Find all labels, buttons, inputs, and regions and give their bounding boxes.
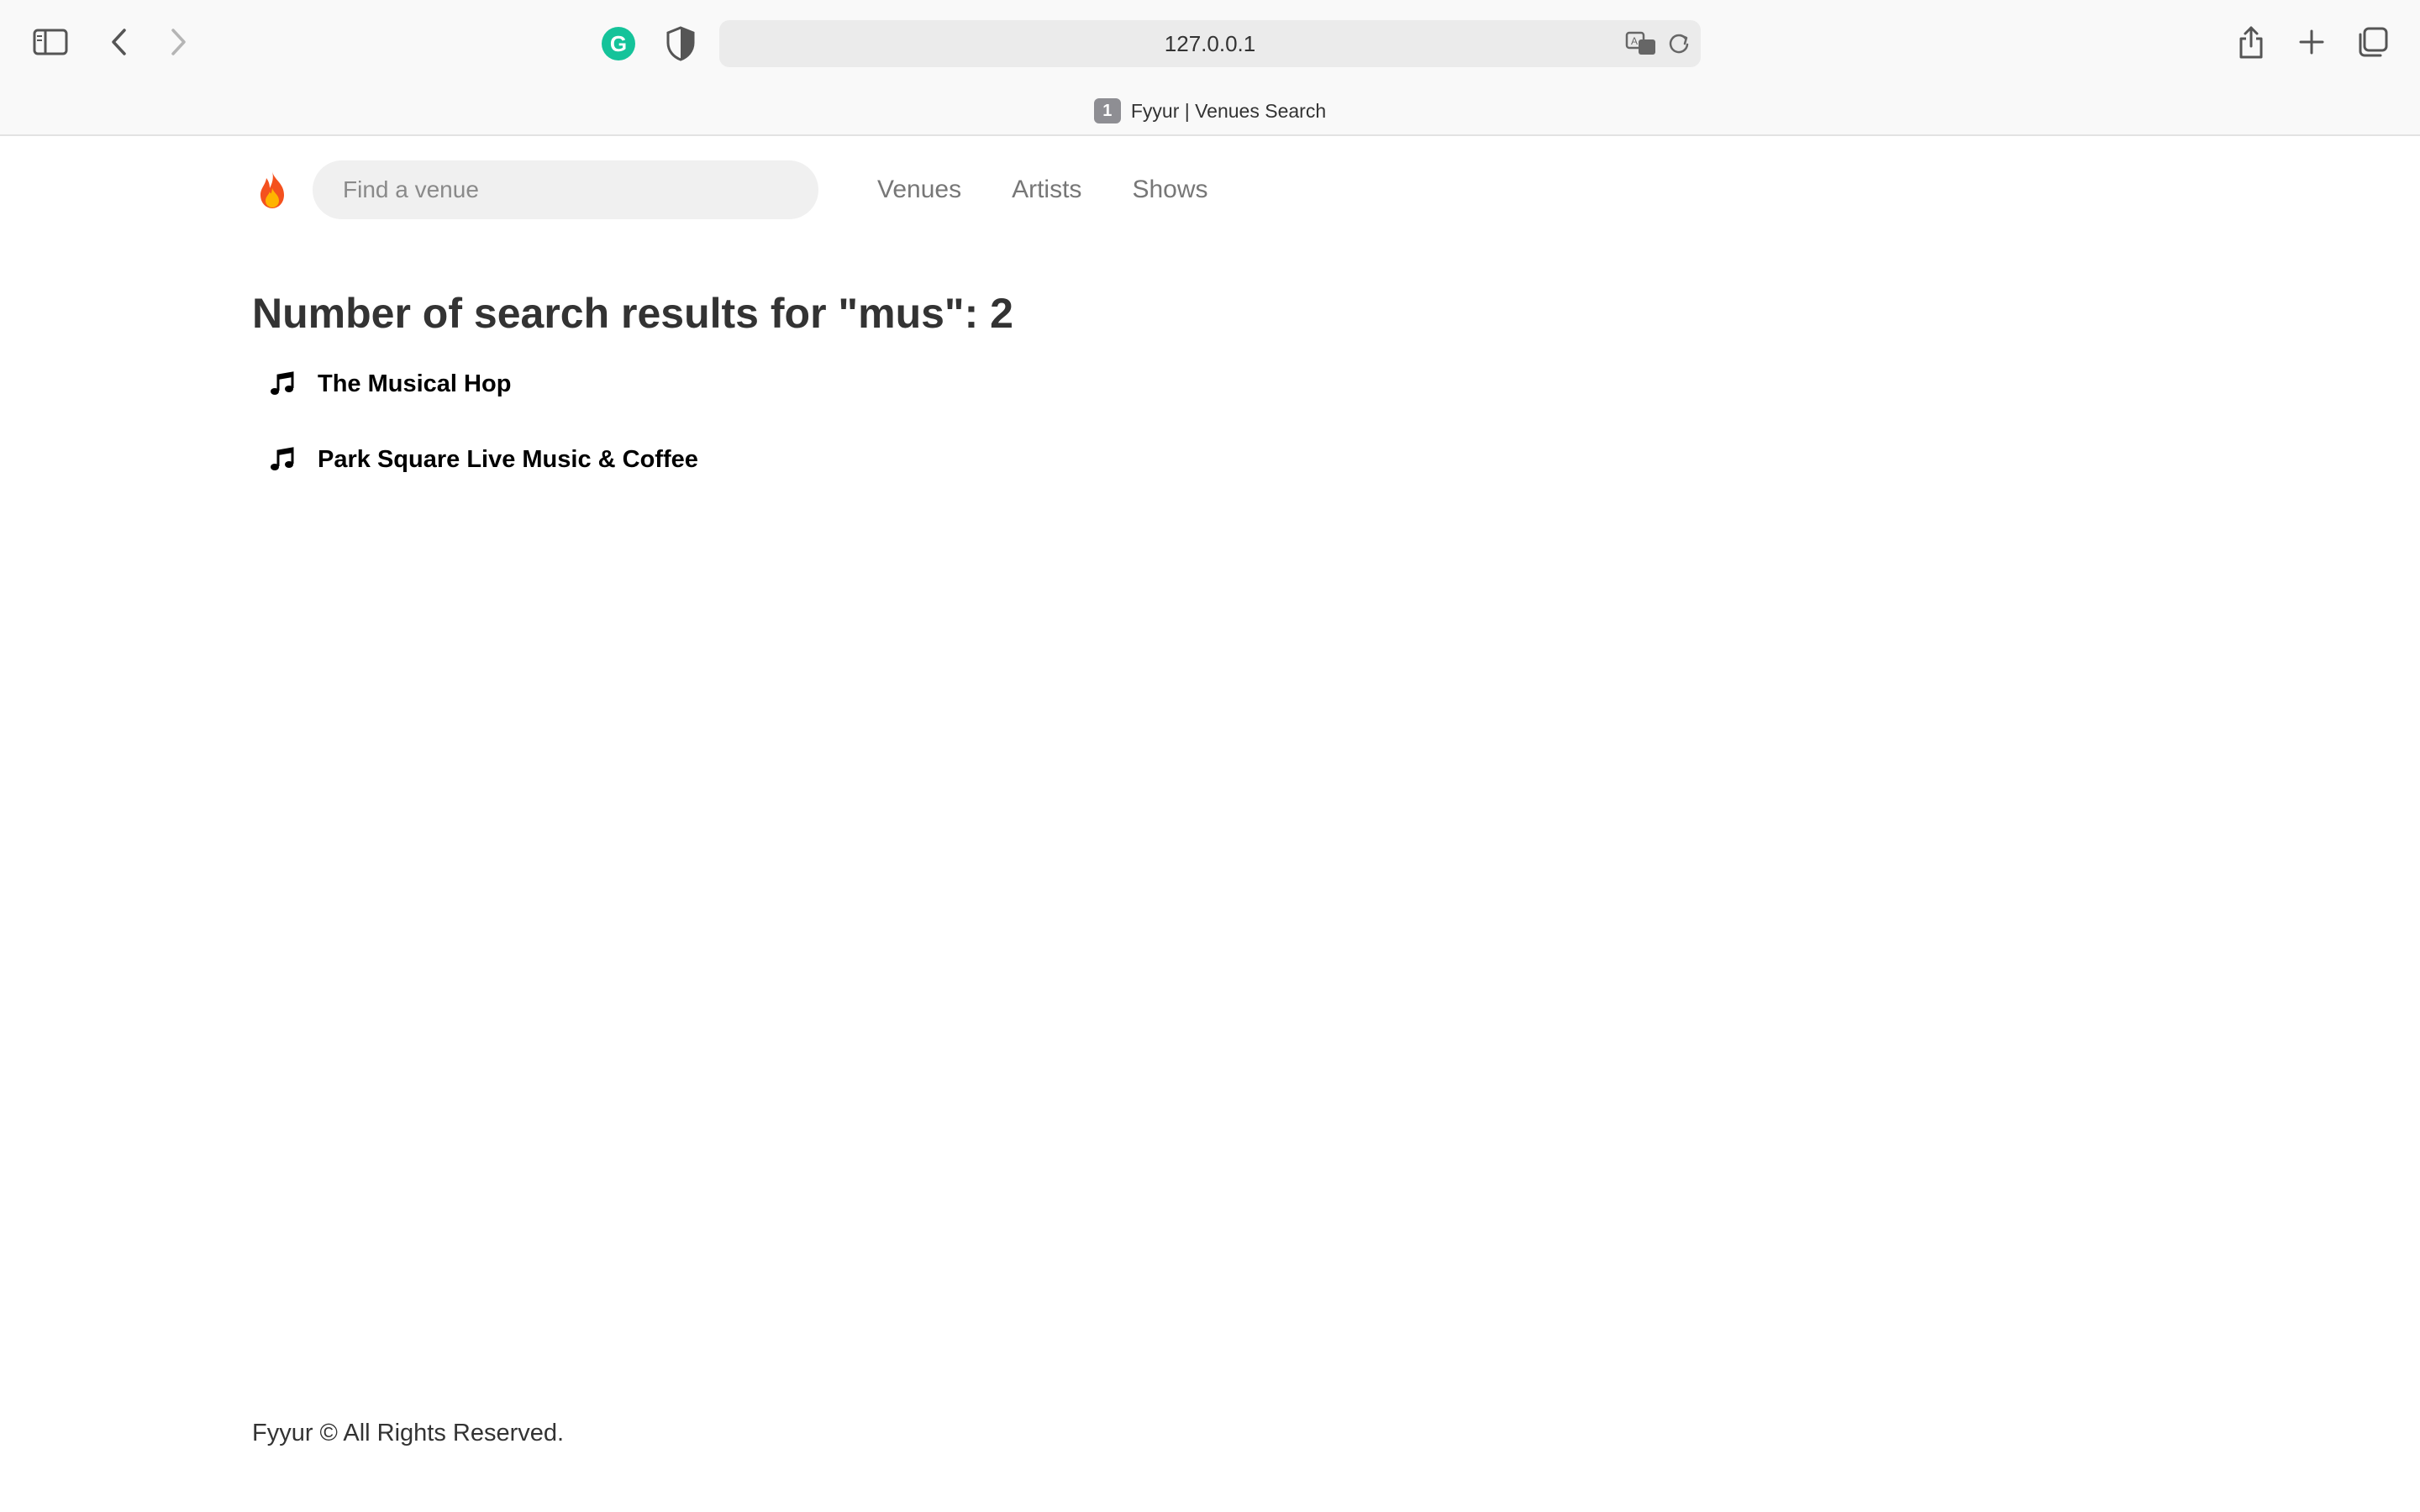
share-icon[interactable] (2226, 17, 2276, 67)
back-icon[interactable] (94, 17, 145, 67)
nav-link-venues[interactable]: Venues (852, 176, 986, 204)
fire-icon[interactable] (252, 166, 292, 213)
address-bar[interactable]: 127.0.0.1 A (719, 20, 1701, 67)
nav-link-shows[interactable]: Shows (1107, 176, 1233, 204)
tab-number-badge: 1 (1093, 98, 1121, 123)
search-results-list: The Musical Hop Park Square Live Music &… (252, 363, 698, 514)
nav-links: Venues Artists Shows (852, 176, 1233, 204)
list-item: The Musical Hop (252, 363, 698, 405)
new-tab-icon[interactable] (2286, 17, 2337, 67)
tab-title: Fyyur | Venues Search (1130, 99, 1327, 122)
browser-toolbar: G 127.0.0.1 A 1 Fyyur | Venues Search (0, 0, 2420, 136)
sidebar-icon[interactable] (25, 17, 76, 67)
result-link-venue[interactable]: The Musical Hop (318, 370, 511, 398)
active-tab[interactable]: 1 Fyyur | Venues Search (0, 94, 2420, 128)
music-note-icon (262, 439, 302, 480)
tab-overview-icon[interactable] (2348, 17, 2398, 67)
result-link-venue[interactable]: Park Square Live Music & Coffee (318, 446, 698, 474)
footer-copyright: Fyyur © All Rights Reserved. (252, 1420, 565, 1446)
page-title: Number of search results for "mus": 2 (252, 290, 1013, 337)
forward-icon[interactable] (153, 17, 203, 67)
shield-icon[interactable] (664, 25, 697, 62)
search-input[interactable] (313, 160, 818, 219)
grammarly-icon[interactable]: G (602, 27, 635, 60)
translate-icon[interactable]: A (1625, 30, 1659, 57)
grammarly-letter: G (609, 30, 628, 56)
nav-link-artists[interactable]: Artists (986, 176, 1107, 204)
reload-icon[interactable] (1667, 32, 1691, 55)
site-navbar: Venues Artists Shows (252, 160, 1233, 220)
svg-text:A: A (1631, 35, 1638, 47)
music-note-icon (262, 364, 302, 404)
url-text: 127.0.0.1 (1164, 30, 1256, 56)
list-item: Park Square Live Music & Coffee (252, 438, 698, 480)
